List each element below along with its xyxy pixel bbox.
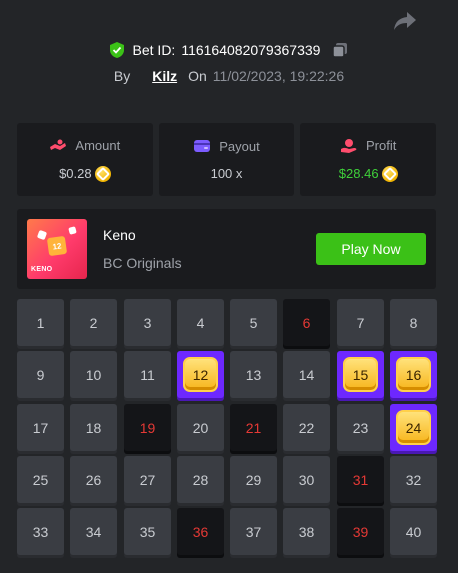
bet-id-row: Bet ID: 116164082079367339 [0, 41, 458, 59]
keno-cell-15: 15 [337, 351, 384, 398]
keno-cell-12: 12 [177, 351, 224, 398]
keno-cell-31: 31 [337, 456, 384, 503]
dice-icon [36, 229, 48, 241]
keno-thumbnail[interactable]: 12 KENO [27, 219, 87, 279]
payout-label: Payout [219, 138, 260, 154]
keno-cell-24: 24 [390, 404, 437, 451]
thumbnail-label: KENO [31, 266, 53, 273]
keno-cell-21: 21 [230, 404, 277, 451]
keno-cell-13: 13 [230, 351, 277, 398]
payout-value: 100 x [210, 166, 243, 181]
wallet-icon [194, 140, 211, 152]
amount-card: Amount $0.28 [17, 123, 153, 196]
gem-icon: 16 [396, 357, 431, 392]
share-icon[interactable] [393, 10, 417, 32]
amount-value: $0.28 [59, 166, 92, 181]
dice-icon [68, 226, 77, 235]
coin-icon [94, 165, 111, 182]
profit-value: $28.46 [338, 166, 379, 181]
bet-id-value: 116164082079367339 [181, 42, 321, 58]
keno-cell-28: 28 [177, 456, 224, 503]
bet-stats: Amount $0.28 Payout 100 x Profit $28.46 [17, 123, 437, 196]
keno-cell-33: 33 [17, 508, 64, 555]
copy-icon[interactable] [332, 42, 348, 58]
amount-icon [50, 139, 67, 150]
coin-icon [381, 165, 398, 182]
keno-cell-36: 36 [177, 508, 224, 555]
keno-cell-39: 39 [337, 508, 384, 555]
keno-cell-10: 10 [70, 351, 117, 398]
bet-id-label: Bet ID: [132, 42, 176, 58]
keno-cell-7: 7 [337, 299, 384, 346]
on-label: On [188, 68, 207, 84]
gem-icon: 15 [343, 357, 378, 392]
keno-cell-32: 32 [390, 456, 437, 503]
keno-cell-1: 1 [17, 299, 64, 346]
bet-byline: By Kilz On 11/02/2023, 19:22:26 [0, 67, 458, 85]
keno-cell-37: 37 [230, 508, 277, 555]
keno-cell-3: 3 [124, 299, 171, 346]
keno-cell-26: 26 [70, 456, 117, 503]
keno-cell-14: 14 [283, 351, 330, 398]
keno-cell-19: 19 [124, 404, 171, 451]
keno-cell-22: 22 [283, 404, 330, 451]
keno-cell-4: 4 [177, 299, 224, 346]
gem-icon: 12 [183, 357, 218, 392]
keno-cell-38: 38 [283, 508, 330, 555]
keno-cell-18: 18 [70, 404, 117, 451]
gem-icon: 24 [396, 410, 431, 445]
keno-cell-16: 16 [390, 351, 437, 398]
keno-cell-20: 20 [177, 404, 224, 451]
profit-label: Profit [366, 138, 397, 153]
keno-cell-11: 11 [124, 351, 171, 398]
amount-label: Amount [75, 138, 121, 153]
keno-cell-23: 23 [337, 404, 384, 451]
profit-card: Profit $28.46 [300, 123, 437, 196]
keno-cell-9: 9 [17, 351, 64, 398]
payout-card: Payout 100 x [158, 123, 295, 196]
play-now-button[interactable]: Play Now [316, 233, 426, 265]
keno-cell-2: 2 [70, 299, 117, 346]
keno-cell-25: 25 [17, 456, 64, 503]
verified-shield-icon [109, 42, 124, 58]
keno-ball-icon: 12 [46, 235, 68, 257]
keno-cell-27: 27 [124, 456, 171, 503]
by-label: By [113, 68, 131, 84]
keno-cell-8: 8 [390, 299, 437, 346]
keno-cell-6: 6 [283, 299, 330, 346]
game-name: Keno [103, 227, 136, 243]
game-provider: BC Originals [103, 255, 182, 271]
keno-cell-5: 5 [230, 299, 277, 346]
keno-cell-17: 17 [17, 404, 64, 451]
keno-cell-29: 29 [230, 456, 277, 503]
keno-cell-34: 34 [70, 508, 117, 555]
keno-cell-35: 35 [124, 508, 171, 555]
game-card: 12 KENO Keno BC Originals Play Now [17, 209, 436, 289]
user-link[interactable]: Kilz [152, 68, 177, 84]
keno-cell-30: 30 [283, 456, 330, 503]
profit-icon [341, 138, 357, 153]
keno-cell-40: 40 [390, 508, 437, 555]
bet-date: 11/02/2023, 19:22:26 [212, 68, 345, 84]
